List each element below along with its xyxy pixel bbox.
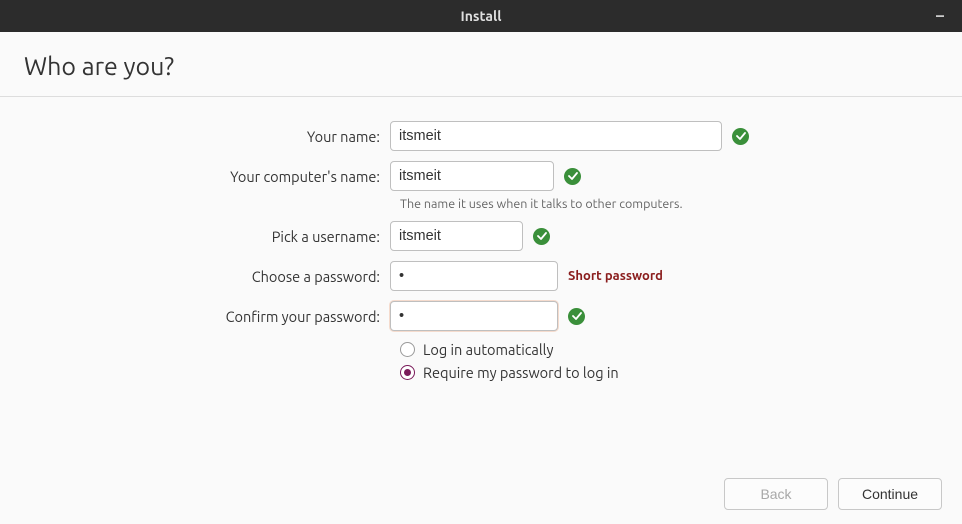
radio-label-auto: Log in automatically — [423, 341, 553, 358]
password-input[interactable] — [390, 261, 558, 291]
continue-button[interactable]: Continue — [838, 478, 942, 510]
label-computer: Your computer's name: — [0, 168, 390, 185]
row-username: Pick a username: — [0, 221, 962, 251]
back-button[interactable]: Back — [724, 478, 828, 510]
username-input[interactable] — [390, 221, 523, 251]
titlebar: Install – — [0, 0, 962, 32]
window-title: Install — [461, 8, 502, 24]
label-password: Choose a password: — [0, 268, 390, 285]
row-password: Choose a password: Short password — [0, 261, 962, 291]
radio-require-password[interactable]: Require my password to log in — [400, 364, 962, 381]
label-name: Your name: — [0, 128, 390, 145]
label-username: Pick a username: — [0, 228, 390, 245]
check-icon — [732, 128, 749, 145]
radio-label-require: Require my password to log in — [423, 364, 619, 381]
row-name: Your name: — [0, 121, 962, 151]
confirm-input[interactable] — [390, 301, 558, 331]
password-warning: Short password — [568, 269, 663, 283]
footer: Back Continue — [724, 478, 942, 510]
row-computer: Your computer's name: — [0, 161, 962, 191]
minimize-icon[interactable]: – — [936, 8, 944, 24]
computer-input[interactable] — [390, 161, 554, 191]
row-confirm: Confirm your password: — [0, 301, 962, 331]
check-icon — [568, 308, 585, 325]
check-icon — [564, 168, 581, 185]
user-form: Your name: Your computer's name: The nam… — [0, 97, 962, 381]
computer-hint: The name it uses when it talks to other … — [400, 197, 962, 211]
radio-auto-login[interactable]: Log in automatically — [400, 341, 962, 358]
page-title: Who are you? — [0, 32, 962, 96]
name-input[interactable] — [390, 121, 722, 151]
check-icon — [533, 228, 550, 245]
label-confirm: Confirm your password: — [0, 308, 390, 325]
radio-icon — [400, 342, 415, 357]
radio-icon — [400, 365, 415, 380]
